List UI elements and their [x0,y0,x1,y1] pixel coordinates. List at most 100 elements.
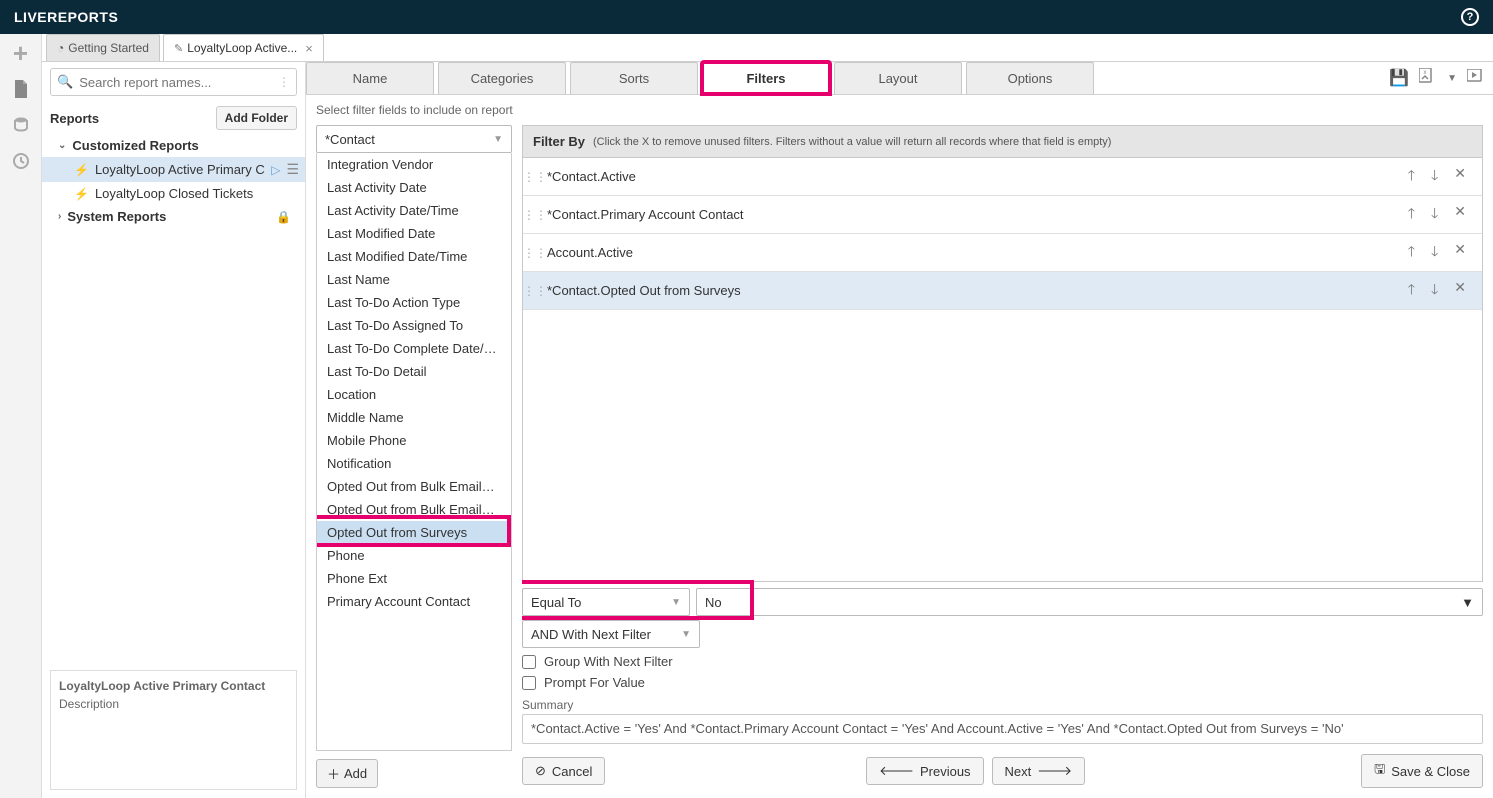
tab-sorts[interactable]: Sorts [570,62,698,94]
doc-tabs: ◔ Getting Started ✎ LoyaltyLoop Active..… [42,34,1493,62]
clock-icon[interactable] [10,150,32,172]
move-down-icon[interactable]: 🡓 [1427,201,1442,229]
help-icon[interactable]: ? [1461,8,1479,26]
filter-row[interactable]: ⋮⋮ *Contact.Active 🡑 🡓 ✕ [523,158,1482,196]
field-item[interactable]: Integration Vendor [317,153,511,176]
remove-icon[interactable]: ✕ [1450,163,1470,191]
filter-by-hint: (Click the X to remove unused filters. F… [593,136,1111,148]
chevron-down-icon: ▼ [681,629,691,640]
combo-value: No [705,595,722,610]
reports-label: Reports [50,111,99,126]
plus-icon[interactable]: + [10,42,32,64]
field-item[interactable]: Last Modified Date/Time [317,245,511,268]
check-label: Group With Next Filter [544,654,673,669]
grip-icon[interactable]: ⋮⋮ [523,170,543,184]
row-actions: 🡑 🡓 ✕ [1392,201,1482,229]
field-item[interactable]: Last Activity Date [317,176,511,199]
bolt-icon: ⚡ [74,163,89,177]
tab-name[interactable]: Name [306,62,434,94]
search-input[interactable] [79,75,272,90]
database-icon[interactable] [10,114,32,136]
field-item[interactable]: Location [317,383,511,406]
move-down-icon[interactable]: 🡓 [1427,239,1442,267]
field-item[interactable]: Last Name [317,268,511,291]
prompt-checkbox[interactable] [522,676,536,690]
move-up-icon[interactable]: 🡑 [1404,163,1419,191]
tree-item-loyaltyloop-closed[interactable]: ⚡ LoyaltyLoop Closed Tickets [42,182,305,205]
run-icon[interactable] [1467,69,1483,88]
combo-value: AND With Next Filter [531,627,651,642]
config-tabs: Name Categories Sorts Filters Layout Opt… [306,62,1098,94]
filter-row[interactable]: ⋮⋮ *Contact.Opted Out from Surveys 🡑 🡓 ✕ [523,272,1482,310]
filter-row[interactable]: ⋮⋮ Account.Active 🡑 🡓 ✕ [523,234,1482,272]
move-down-icon[interactable]: 🡓 [1427,277,1442,305]
tab-categories[interactable]: Categories [438,62,566,94]
field-item[interactable]: Phone Ext [317,567,511,590]
btn-label: Save & Close [1391,764,1470,779]
cancel-icon: ⊘ [535,763,546,779]
remove-icon[interactable]: ✕ [1450,277,1470,305]
group-checkbox[interactable] [522,655,536,669]
field-item[interactable]: Middle Name [317,406,511,429]
tab-getting-started[interactable]: ◔ Getting Started [46,34,160,61]
move-down-icon[interactable]: 🡓 [1427,163,1442,191]
entity-dropdown[interactable]: *Contact ▼ [316,125,512,153]
description-box: LoyaltyLoop Active Primary Contact Descr… [50,670,297,790]
join-dropdown[interactable]: AND With Next Filter ▼ [522,620,700,648]
field-list[interactable]: Integration VendorLast Activity DateLast… [317,153,511,750]
grip-icon[interactable]: ⋮⋮ [523,246,543,260]
field-item[interactable]: Opted Out from Bulk Emails D... [317,475,511,498]
move-up-icon[interactable]: 🡑 [1404,239,1419,267]
field-item[interactable]: Last To-Do Detail [317,360,511,383]
tab-loyaltyloop[interactable]: ✎ LoyaltyLoop Active... × [163,34,324,61]
operator-dropdown[interactable]: Equal To ▼ [522,588,690,616]
menu-icon[interactable]: ☰ [286,161,299,178]
remove-icon[interactable]: ✕ [1450,239,1470,267]
play-icon[interactable]: ▷ [271,163,280,177]
field-item[interactable]: Last Modified Date [317,222,511,245]
tree-label: System Reports [67,209,272,224]
previous-button[interactable]: 🡐 Previous [866,757,983,785]
field-item[interactable]: Last To-Do Assigned To [317,314,511,337]
tab-layout[interactable]: Layout [834,62,962,94]
close-icon[interactable]: × [305,41,313,56]
field-item[interactable]: Last Activity Date/Time [317,199,511,222]
prompt-check-row[interactable]: Prompt For Value [522,675,1483,690]
btn-label: Previous [920,764,971,779]
field-item[interactable]: Opted Out from Bulk Emails D... [317,498,511,521]
search-input-wrap[interactable]: 🔍 ⋮ [50,68,297,96]
field-item[interactable]: Last To-Do Action Type [317,291,511,314]
grip-icon[interactable]: ⋮⋮ [523,284,543,298]
move-up-icon[interactable]: 🡑 [1404,201,1419,229]
export-icon[interactable]: x [1419,68,1437,89]
chevron-down-icon[interactable]: ▼ [1447,73,1457,84]
field-item[interactable]: Notification [317,452,511,475]
tree-system[interactable]: › System Reports 🔒 [42,205,305,228]
filter-header: Filter By (Click the X to remove unused … [522,125,1483,158]
remove-icon[interactable]: ✕ [1450,201,1470,229]
field-item[interactable]: Phone [317,544,511,567]
save-icon[interactable]: 💾 [1389,68,1409,88]
add-button[interactable]: ＋ Add [316,759,378,788]
field-item[interactable]: Opted Out from Surveys [317,521,511,544]
arrow-right-icon: 🡒 [1037,763,1072,779]
field-item[interactable]: Mobile Phone [317,429,511,452]
tab-filters[interactable]: Filters [702,62,830,94]
field-item[interactable]: Last To-Do Complete Date/Time [317,337,511,360]
group-check-row[interactable]: Group With Next Filter [522,654,1483,669]
filter-row[interactable]: ⋮⋮ *Contact.Primary Account Contact 🡑 🡓 … [523,196,1482,234]
save-close-button[interactable]: 🖫 Save & Close [1361,754,1483,788]
tree-item-loyaltyloop-active[interactable]: ⚡ LoyaltyLoop Active Primary Con ▷ ☰ [42,157,305,182]
cancel-button[interactable]: ⊘ Cancel [522,757,605,785]
more-icon[interactable]: ⋮ [278,75,290,89]
add-folder-button[interactable]: Add Folder [216,106,297,130]
file-icon[interactable] [10,78,32,100]
add-label: Add [344,766,367,781]
grip-icon[interactable]: ⋮⋮ [523,208,543,222]
field-item[interactable]: Primary Account Contact [317,590,511,613]
move-up-icon[interactable]: 🡑 [1404,277,1419,305]
tab-options[interactable]: Options [966,62,1094,94]
next-button[interactable]: Next 🡒 [992,757,1086,785]
value-dropdown[interactable]: No ▼ [696,588,1483,616]
tree-customized[interactable]: ⌄ Customized Reports [42,134,305,157]
